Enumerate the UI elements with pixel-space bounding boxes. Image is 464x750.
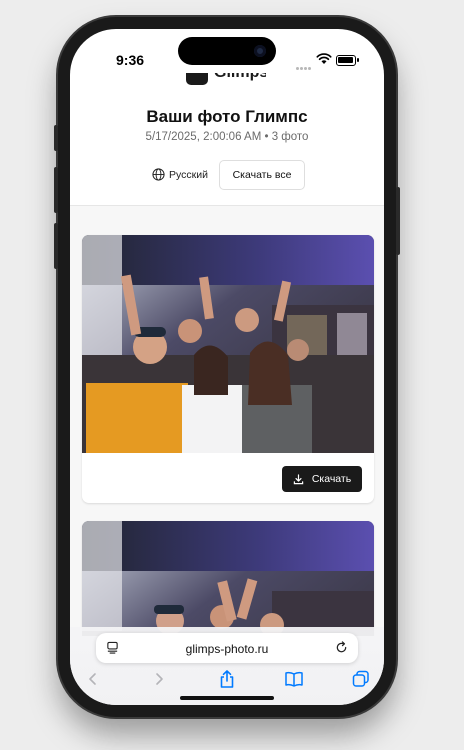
photo-card: Скачать [82,235,374,503]
group-photo[interactable] [82,521,374,636]
status-bar: 9:36 [70,29,384,70]
wifi-icon [316,53,332,64]
glimps-logo: Glimps [186,73,266,89]
front-camera-icon [254,45,266,57]
address-bar[interactable]: glimps-photo.ru [96,633,358,663]
language-selector[interactable]: Русский [152,168,208,181]
share-icon[interactable] [218,669,236,689]
battery-icon [336,55,359,66]
page-title: Ваши фото Глимпс [146,107,308,126]
photo-card [82,521,374,636]
home-indicator [180,696,274,700]
page-subtitle: 5/17/2025, 2:00:06 AM • 3 фото [145,131,309,143]
back-icon[interactable] [86,671,100,687]
power-button [396,187,400,255]
screen: 9:36 Glimps Ваши фото Глимпс 5/17/2025, … [70,29,384,705]
globe-icon [152,168,165,181]
cellular-signal-icon [296,57,312,75]
download-icon [293,473,304,484]
reload-icon[interactable] [335,641,348,654]
download-all-button[interactable]: Скачать все [219,160,305,190]
bookmarks-icon[interactable] [284,671,304,687]
download-label: Скачать [311,473,352,485]
url-text: glimps-photo.ru [185,642,269,656]
status-time: 9:36 [116,52,145,68]
browser-nav-row [70,669,384,695]
volume-up-button [54,167,58,213]
download-button[interactable]: Скачать [282,466,362,492]
photo-feed[interactable]: Скачать [70,206,384,636]
forward-icon[interactable] [152,671,166,687]
header-controls: Русский Скачать все [70,160,384,190]
action-button [54,125,58,151]
dynamic-island [178,37,276,65]
group-photo[interactable] [82,235,374,453]
tabs-icon[interactable] [352,670,370,688]
volume-down-button [54,223,58,269]
phone-frame: 9:36 Glimps Ваши фото Глимпс 5/17/2025, … [54,17,400,717]
safari-toolbar: glimps-photo.ru [70,627,384,705]
language-label: Русский [169,168,208,181]
